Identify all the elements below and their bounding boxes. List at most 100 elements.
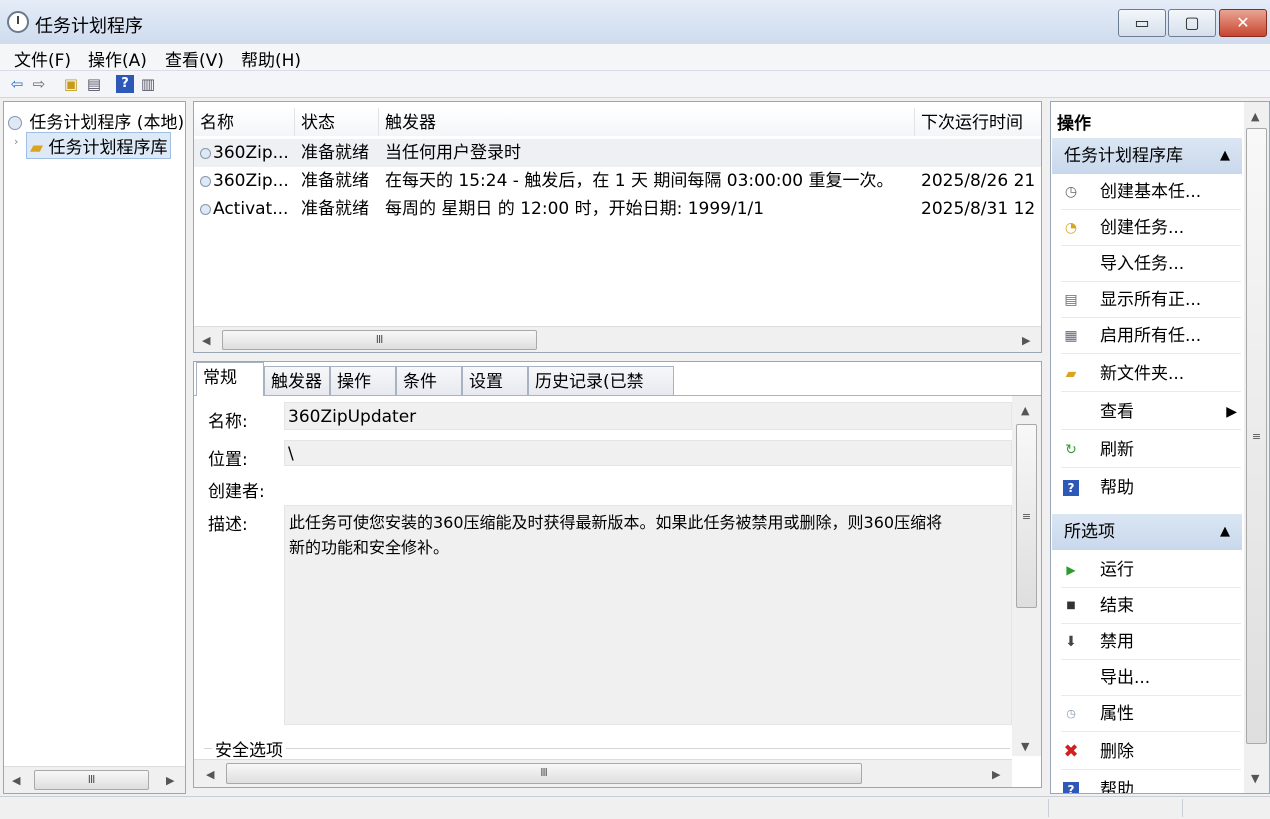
name-field[interactable]: 360ZipUpdater [284,402,1012,430]
task-trigger: 在每天的 15:24 - 触发后，在 1 天 期间每隔 03:00:00 重复一… [385,171,894,191]
column-header-name[interactable]: 名称 [194,108,295,136]
task-list-horizontal-scrollbar[interactable]: ◀ Ⅲ ▶ [194,326,1041,352]
tab-general[interactable]: 常规 [196,362,264,396]
new-folder-icon: ▰ [1065,366,1077,382]
tab-triggers[interactable]: 触发器 [264,366,330,395]
run-icon: ▶ [1066,563,1076,577]
status-bar [0,796,1270,819]
menu-action[interactable]: 操作(A) [88,46,147,71]
column-header-next-run[interactable]: 下次运行时间 [915,108,1041,136]
actions-vertical-scrollbar[interactable]: ▲ ≡ ▼ [1244,102,1269,793]
submenu-arrow-icon: ▶ [1226,404,1237,420]
menu-bar: 文件(F) 操作(A) 查看(V) 帮助(H) [0,44,1270,71]
forward-arrow-icon[interactable]: ⇨ [30,75,48,93]
disable-arrow-icon: ⬇ [1065,634,1077,650]
tab-conditions[interactable]: 条件 [396,366,462,395]
author-label: 创建者: [208,482,265,502]
close-button[interactable]: ✕ [1219,9,1267,37]
column-header-trigger[interactable]: 触发器 [379,108,915,136]
action-refresh[interactable]: ↻ 刷新 [1061,432,1241,468]
action-label: 新文件夹... [1100,364,1185,384]
task-name: 360Zip... [213,143,289,163]
actions-vscroll-thumb[interactable]: ≡ [1246,128,1267,744]
action-label: 运行 [1100,560,1134,580]
section-header-selected[interactable]: 所选项 ▲ [1052,514,1242,550]
detail-horizontal-scrollbar[interactable]: ◀ Ⅲ ▶ [194,759,1012,787]
window-title: 任务计划程序 [35,16,143,37]
action-enable-all-history[interactable]: ▦ 启用所有任... [1061,318,1241,354]
scroll-down-arrow-icon[interactable]: ▼ [1251,772,1259,785]
description-field[interactable]: 此任务可使您安装的360压缩能及时获得最新版本。如果此任务被禁用或删除，则360… [284,505,1012,725]
tab-actions[interactable]: 操作 [330,366,396,395]
scroll-left-arrow-icon[interactable]: ◀ [206,768,214,781]
refresh-icon: ↻ [1065,442,1077,458]
tree-item-task-scheduler-library[interactable]: ▰ 任务计划程序库 [26,132,172,159]
create-task-icon: ◔ [1064,220,1078,236]
action-display-running-tasks[interactable]: ▤ 显示所有正... [1061,282,1241,318]
tab-history[interactable]: 历史记录(已禁用) [528,366,674,422]
tree-horizontal-scrollbar[interactable]: ◀ Ⅲ ▶ [4,766,185,793]
action-import-task[interactable]: 导入任务... [1061,246,1241,282]
action-label: 创建任务... [1100,218,1185,238]
task-status: 准备就绪 [301,199,369,219]
action-label: 帮助 [1100,478,1134,498]
folder-up-icon[interactable]: ▣ [62,75,80,93]
action-create-basic-task[interactable]: ◷ 创建基本任... [1061,174,1241,210]
action-label: 删除 [1100,742,1134,762]
action-label: 导入任务... [1100,254,1185,274]
action-label: 创建基本任... [1100,182,1202,202]
detail-vscroll-thumb[interactable]: ≡ [1016,424,1037,608]
column-header-status[interactable]: 状态 [295,108,379,136]
task-clock-icon [200,147,211,159]
table-row[interactable]: Activat... 准备就绪 每周的 星期日 的 12:00 时，开始日期: … [194,195,1041,223]
help-icon[interactable]: ? [116,75,134,93]
action-create-task[interactable]: ◔ 创建任务... [1061,210,1241,246]
minimize-button[interactable]: ▭ [1118,9,1166,37]
action-new-folder[interactable]: ▰ 新文件夹... [1061,356,1241,392]
location-field[interactable]: \ [284,440,1012,466]
scroll-right-arrow-icon[interactable]: ▶ [992,768,1000,781]
scroll-down-arrow-icon[interactable]: ▼ [1021,740,1029,753]
name-label: 名称: [208,412,248,432]
action-export[interactable]: 导出... [1061,660,1241,696]
action-run[interactable]: ▶ 运行 [1061,552,1241,588]
action-disable[interactable]: ⬇ 禁用 [1061,624,1241,660]
detail-hscroll-thumb[interactable]: Ⅲ [226,763,862,784]
back-arrow-icon[interactable]: ⇦ [8,75,26,93]
maximize-button[interactable]: ▢ [1168,9,1216,37]
detail-vertical-scrollbar[interactable]: ▲ ≡ ▼ [1012,396,1041,756]
action-properties[interactable]: ◷ 属性 [1061,696,1241,732]
location-label: 位置: [208,450,248,470]
action-delete[interactable]: ✖ 删除 [1061,734,1241,770]
action-view[interactable]: 查看 ▶ [1061,394,1241,430]
title-bar[interactable]: 任务计划程序 ▭ ▢ ✕ [0,0,1270,45]
menu-view[interactable]: 查看(V) [165,46,224,71]
action-label: 导出... [1100,668,1151,688]
action-end[interactable]: ■ 结束 [1061,588,1241,624]
task-list-scroll-thumb[interactable]: Ⅲ [222,330,537,350]
section-header-library[interactable]: 任务计划程序库 ▲ [1052,138,1242,174]
scroll-left-arrow-icon[interactable]: ◀ [12,774,20,787]
scroll-up-arrow-icon[interactable]: ▲ [1021,404,1029,417]
tab-settings[interactable]: 设置 [462,366,528,395]
show-hide-action-pane-icon[interactable]: ▥ [139,75,157,93]
menu-file[interactable]: 文件(F) [14,46,71,71]
scroll-up-arrow-icon[interactable]: ▲ [1251,110,1259,123]
table-row[interactable]: 360Zip... 准备就绪 当任何用户登录时 [194,139,1041,167]
show-hide-tree-icon[interactable]: ▤ [85,75,103,93]
table-row[interactable]: 360Zip... 准备就绪 在每天的 15:24 - 触发后，在 1 天 期间… [194,167,1041,195]
tree-scroll-thumb[interactable]: Ⅲ [34,770,149,790]
collapse-up-icon[interactable]: ▲ [1220,514,1230,550]
scroll-right-arrow-icon[interactable]: ▶ [1022,334,1030,347]
action-help[interactable]: ? 帮助 [1061,470,1241,506]
collapse-up-icon[interactable]: ▲ [1220,138,1230,174]
task-name: 360Zip... [213,171,289,191]
actions-pane: 操作 任务计划程序库 ▲ ◷ 创建基本任... ◔ 创建任务... 导入任务..… [1050,101,1270,794]
expand-arrow-icon[interactable]: › [14,135,18,148]
action-help-selected[interactable]: ? 帮助 [1061,772,1241,793]
scroll-right-arrow-icon[interactable]: ▶ [166,774,174,787]
menu-help[interactable]: 帮助(H) [241,46,301,71]
tree-item-task-scheduler-local[interactable]: 任务计划程序 (本地) [8,108,184,133]
scroll-left-arrow-icon[interactable]: ◀ [202,334,210,347]
task-next-run: 2025/8/26 21 [921,171,1036,191]
